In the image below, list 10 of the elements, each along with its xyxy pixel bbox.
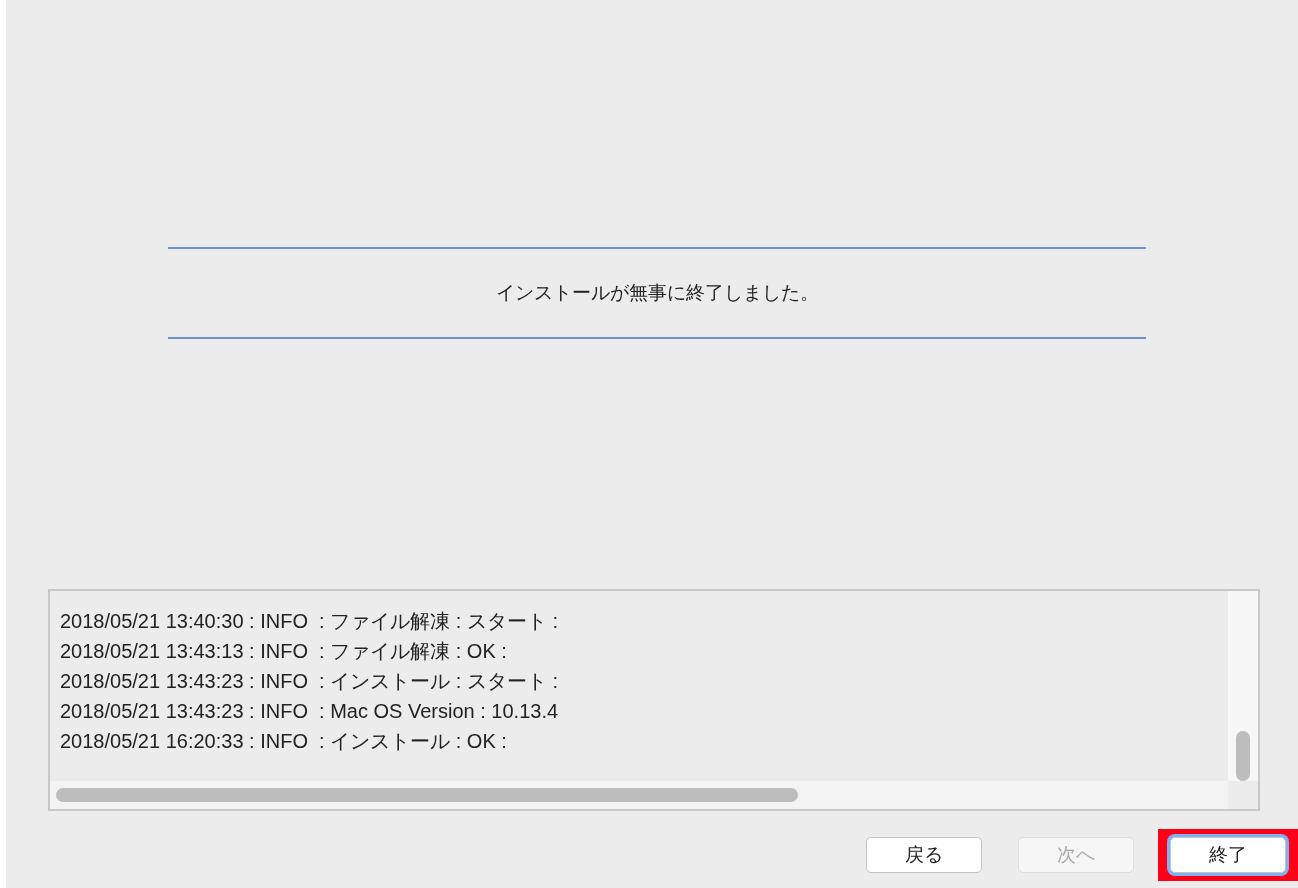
log-line: 2018/05/21 16:20:33 : INFO : インストール : OK : [60, 729, 508, 754]
dialog-button[interactable]: 終了 [1170, 837, 1286, 873]
log-line: 2018/05/21 13:43:23 : INFO : Mac OS Version : 10.13.4 [60, 699, 560, 724]
log-line: 2018/05/21 13:40:30 : INFO : ファイル解凍 : スタート : [60, 609, 559, 634]
log-line: 2018/05/21 13:43:13 : INFO : ファイル解凍 : OK : [60, 639, 508, 664]
status-message: インストールが無事に終了しました。 [494, 280, 820, 305]
horizontal-scrollbar-thumb[interactable] [56, 788, 798, 802]
log-line: 2018/05/21 13:43:23 : INFO : インストール : スタート : [60, 669, 559, 694]
vertical-scrollbar-thumb[interactable] [1236, 731, 1250, 781]
dialog-button[interactable]: 戻る [866, 837, 982, 873]
